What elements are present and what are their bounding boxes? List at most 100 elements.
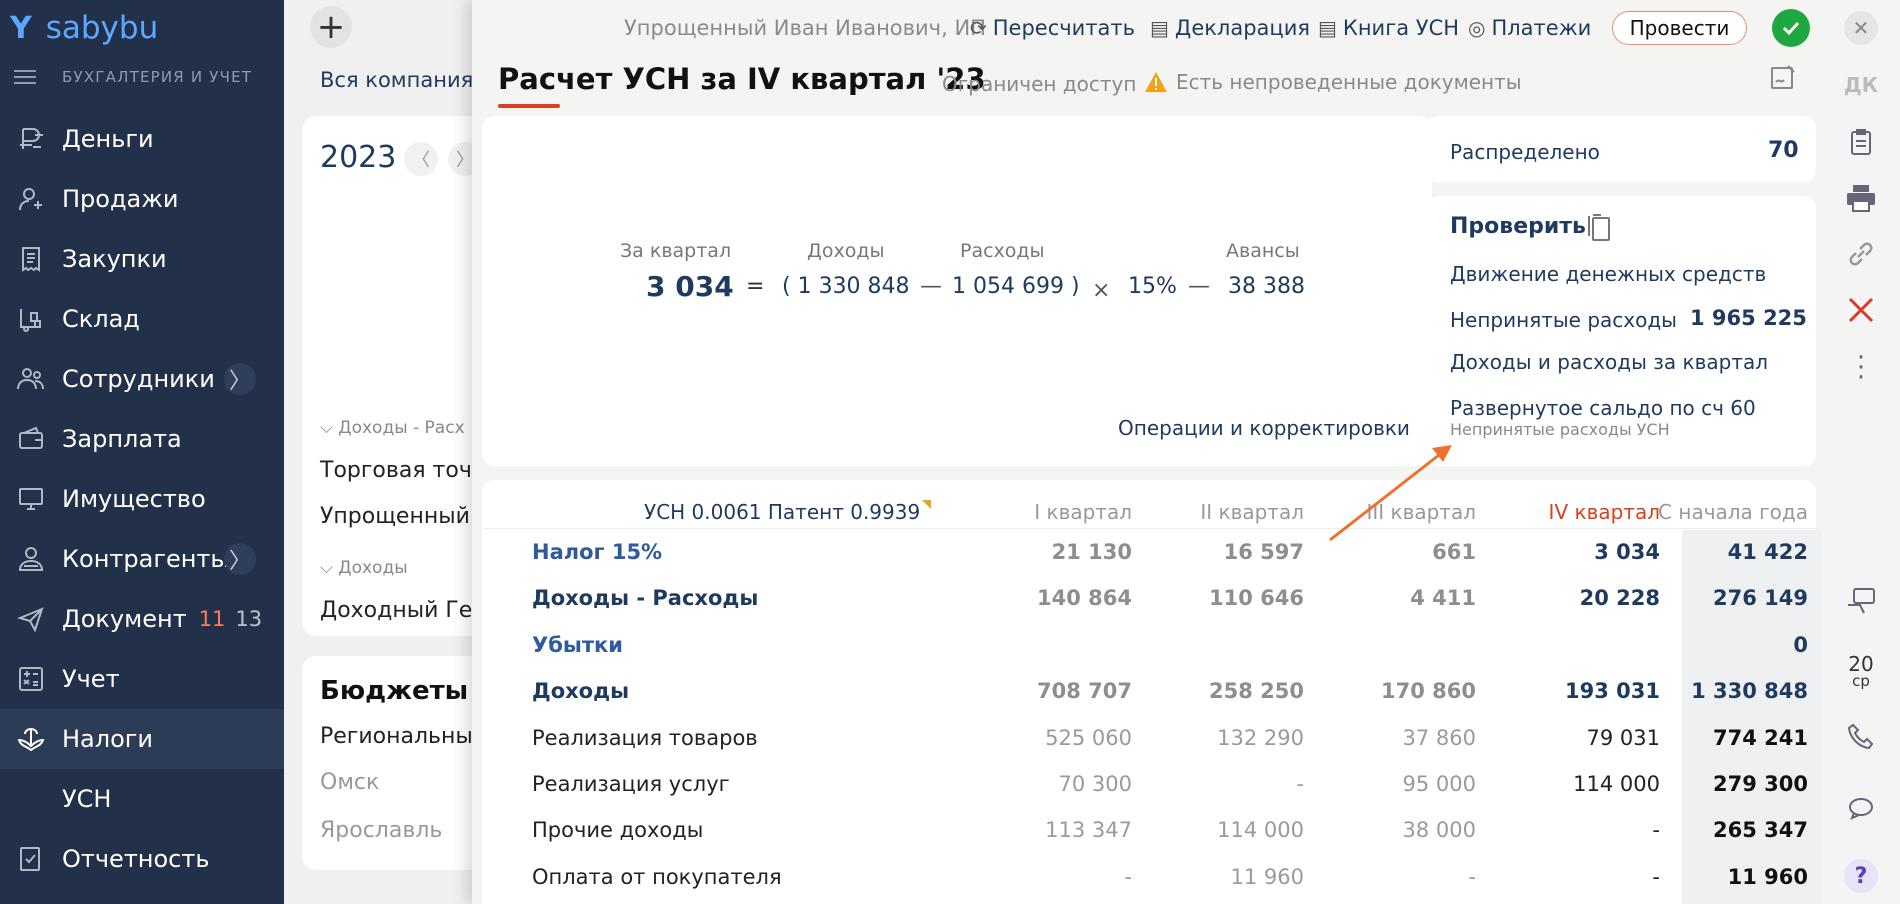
sidebar-item-usn[interactable]: УСН [0, 769, 284, 829]
expand-arrow-icon[interactable]: 〉 [224, 363, 256, 395]
table-cell[interactable]: 70 300 [1059, 772, 1132, 796]
table-cell[interactable]: 110 646 [1209, 586, 1304, 610]
income-expense-link[interactable]: Доходы и расходы за квартал [1450, 350, 1768, 374]
sidebar-item-purchases[interactable]: Закупки [0, 229, 284, 289]
allocation-ratio[interactable]: УСН 0.0061 Патент 0.9939 [644, 500, 932, 524]
table-cell[interactable]: 114 000 [1217, 818, 1304, 842]
help-button[interactable]: ? [1822, 858, 1900, 894]
unaccepted-expenses-link[interactable]: Непринятые расходы [1450, 308, 1677, 332]
table-row[interactable]: Доходы - Расходы 140 864 110 646 4 411 20 22… [484, 576, 1818, 622]
add-button[interactable]: + [310, 6, 352, 48]
chat-bubble-icon[interactable] [1822, 584, 1900, 620]
company-selector[interactable]: Вся компания [320, 68, 473, 92]
calendar-date[interactable]: 20 ср [1822, 646, 1900, 696]
income-value[interactable]: ( 1 330 848 [782, 274, 910, 299]
table-row[interactable]: Доходы 708 707 258 250 170 860 193 031 1 330 … [484, 669, 1818, 715]
access-status[interactable]: Ограничен доступ [942, 72, 1136, 96]
sidebar-item-contractors[interactable]: Контрагенты 〉 [0, 529, 284, 589]
table-cell[interactable]: 3 034 [1594, 540, 1660, 564]
close-icon[interactable]: ✕ [1822, 11, 1900, 45]
table-cell[interactable]: 79 031 [1587, 726, 1660, 750]
sidebar-item-property[interactable]: Имущество [0, 469, 284, 529]
table-cell[interactable]: 661 [1432, 540, 1476, 564]
table-cell[interactable]: 113 347 [1045, 818, 1132, 842]
table-cell[interactable]: 525 060 [1045, 726, 1132, 750]
printer-icon[interactable] [1822, 180, 1900, 216]
list-item[interactable]: Торговая точ [320, 458, 472, 483]
table-cell[interactable]: 11 960 [1231, 865, 1304, 889]
message-icon[interactable] [1822, 790, 1900, 826]
done-check-button[interactable] [1772, 9, 1810, 47]
list-item[interactable]: Региональны [320, 724, 473, 749]
expense-value[interactable]: 1 054 699 ) [952, 274, 1080, 299]
user-initials[interactable]: ДК [1822, 70, 1900, 100]
table-cell[interactable]: 1 330 848 [1691, 679, 1808, 703]
sidebar-item-accounting[interactable]: Учет [0, 649, 284, 709]
clipboard-icon[interactable] [1822, 124, 1900, 160]
table-cell[interactable]: 279 300 [1713, 772, 1808, 796]
sidebar-item-warehouse[interactable]: Склад [0, 289, 284, 349]
cashflow-link[interactable]: Движение денежных средств [1450, 262, 1766, 286]
table-cell[interactable]: 37 860 [1403, 726, 1476, 750]
table-row[interactable]: Прочие доходы 113 347 114 000 38 000 - 265 34… [484, 808, 1818, 854]
table-cell[interactable]: 0 [1793, 633, 1808, 657]
table-cell[interactable]: - [1296, 772, 1304, 796]
row-label[interactable]: Налог 15% [532, 540, 662, 564]
quarter-tax-value[interactable]: 3 034 [646, 270, 734, 303]
list-item[interactable]: Упрощенный [320, 504, 470, 529]
table-cell[interactable]: 193 031 [1565, 679, 1660, 703]
table-cell[interactable]: 20 228 [1580, 586, 1660, 610]
sidebar-item-money[interactable]: Деньги [0, 109, 284, 169]
balance60-link[interactable]: Развернутое сальдо по сч 60 [1450, 396, 1756, 420]
table-cell[interactable]: 38 000 [1403, 818, 1476, 842]
table-row[interactable]: Оплата от покупателя - 11 960 - - 11 960 [484, 855, 1818, 901]
table-cell[interactable]: 276 149 [1713, 586, 1808, 610]
table-cell[interactable]: 41 422 [1728, 540, 1808, 564]
table-cell[interactable]: 140 864 [1037, 586, 1132, 610]
sidebar-item-documents[interactable]: Документ 11 13 [0, 589, 284, 649]
table-cell[interactable]: 132 290 [1217, 726, 1304, 750]
prev-year-button[interactable]: 〈 [404, 142, 438, 176]
link-icon[interactable] [1822, 236, 1900, 272]
list-item[interactable]: Доходный Ге [320, 598, 472, 623]
table-cell[interactable]: 708 707 [1037, 679, 1132, 703]
table-cell[interactable]: 4 411 [1410, 586, 1476, 610]
expand-arrow-icon[interactable]: 〉 [224, 543, 256, 575]
post-button[interactable]: Провести [1612, 11, 1747, 45]
phone-icon[interactable] [1822, 718, 1900, 754]
unposted-warning[interactable]: Есть непроведенные документы [1144, 70, 1522, 94]
clipboard-icon[interactable] [1584, 212, 1612, 246]
group-toggle[interactable]: ⌵ Доходы - Расх [320, 418, 465, 438]
declaration-button[interactable]: ▤ Декларация [1150, 12, 1310, 44]
table-cell[interactable]: - [1652, 818, 1660, 842]
delete-icon[interactable] [1822, 292, 1900, 328]
table-cell[interactable]: 95 000 [1403, 772, 1476, 796]
table-row[interactable]: Реализация товаров 525 060 132 290 37 860 79… [484, 716, 1818, 762]
table-cell[interactable]: 114 000 [1573, 772, 1660, 796]
table-cell[interactable]: 258 250 [1209, 679, 1304, 703]
sidebar-item-taxes[interactable]: Налоги [0, 709, 284, 769]
table-cell[interactable]: 11 960 [1728, 865, 1808, 889]
document-sign-icon[interactable] [1768, 64, 1798, 96]
table-cell[interactable]: 16 597 [1224, 540, 1304, 564]
menu-icon[interactable] [14, 70, 36, 84]
table-cell[interactable]: - [1124, 865, 1132, 889]
table-cell[interactable]: - [1652, 865, 1660, 889]
sidebar-item-sales[interactable]: Продажи [0, 169, 284, 229]
list-item[interactable]: Ярославль [320, 818, 442, 843]
table-row[interactable]: Убытки 0 [484, 623, 1818, 669]
table-cell[interactable]: 21 130 [1052, 540, 1132, 564]
row-label[interactable]: Убытки [532, 633, 623, 657]
group-toggle[interactable]: ⌵ Доходы [320, 558, 408, 578]
logo[interactable]: Y sabybu [10, 6, 158, 50]
list-item[interactable]: Омск [320, 770, 379, 795]
payments-button[interactable]: ◎ Платежи [1468, 12, 1591, 44]
advance-value[interactable]: 38 388 [1228, 274, 1305, 299]
sidebar-item-employees[interactable]: Сотрудники 〉 [0, 349, 284, 409]
sidebar-item-salary[interactable]: Зарплата [0, 409, 284, 469]
sidebar-item-reports[interactable]: Отчетность [0, 829, 284, 889]
table-row[interactable]: Реализация услуг 70 300 - 95 000 114 000 279 … [484, 762, 1818, 808]
operations-link[interactable]: Операции и корректировки [1118, 416, 1410, 440]
recalc-button[interactable]: ⟳ Пересчитать [970, 12, 1135, 44]
table-cell[interactable]: 170 860 [1381, 679, 1476, 703]
